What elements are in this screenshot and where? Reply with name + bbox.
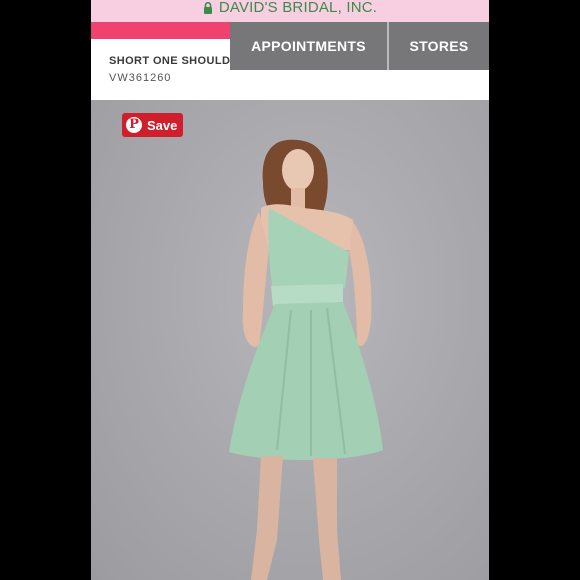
top-nav: APPOINTMENTS STORES — [230, 22, 489, 70]
url-text: DAVID'S BRIDAL, INC. — [218, 0, 378, 16]
appointments-button[interactable]: APPOINTMENTS — [230, 22, 387, 70]
product-photo[interactable]: P Save — [91, 100, 489, 580]
lock-icon — [203, 2, 212, 14]
pinterest-save-button[interactable]: P Save — [122, 113, 183, 137]
browser-frame: DAVID'S BRIDAL, INC. APPOINTMENTS STORES… — [91, 0, 489, 580]
product-sku: VW361260 — [109, 72, 172, 84]
url-bar[interactable]: DAVID'S BRIDAL, INC. — [91, 0, 489, 22]
pinterest-icon: P — [126, 117, 142, 133]
product-title: SHORT ONE SHOULDER — [109, 55, 231, 67]
model-illustration — [229, 139, 383, 580]
stores-button[interactable]: STORES — [389, 22, 489, 70]
save-label: Save — [147, 117, 178, 133]
